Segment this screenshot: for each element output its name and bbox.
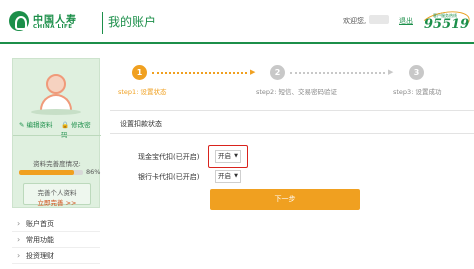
step-3-label: step3: 设置成功 [393, 88, 442, 96]
complete-info-line2: 立即完善 >> [37, 199, 77, 207]
hotline-number: 95519 [424, 17, 470, 32]
step-progress: 1 ▶ 2 ▶ 3 step1: 设置状态 step2: 短信、交易密码验证 s… [110, 58, 474, 98]
top-header: 中国人寿 CHINA LIFE 我的账户 欢迎您, 退出 客户服务热线 9551… [0, 0, 474, 44]
complete-info-line1: 完善个人资料 [37, 189, 77, 197]
dropdown-caret-icon: ▼ [234, 173, 238, 179]
step-2-label: step2: 短信、交易密码验证 [256, 88, 337, 96]
next-step-button[interactable]: 下一步 [210, 189, 360, 210]
profile-card: ✎ 编辑资料 🔒 修改密码 资料完善度情况: 86% 完善个人资料 立即完善 >… [12, 58, 101, 208]
page-title: 我的账户 [108, 15, 157, 29]
avatar-body-icon [40, 94, 72, 110]
avatar [39, 70, 73, 110]
bank-debit-row: 银行卡代扣(已开启) 开启 ▼ [110, 170, 474, 184]
brand-name-en: CHINA LIFE [33, 24, 73, 30]
step-2-connector [290, 72, 385, 74]
step-3-circle: 3 [409, 65, 424, 80]
profile-links: ✎ 编辑资料 🔒 修改密码 [19, 119, 95, 139]
bank-debit-select-value: 开启 [218, 172, 231, 180]
bank-debit-select[interactable]: 开启 ▼ [215, 170, 241, 183]
sidebar-item-investment[interactable]: 投资理财 [12, 248, 100, 264]
panel-title: 设置扣款状态 [120, 120, 162, 128]
avatar-head-icon [46, 74, 66, 94]
bank-debit-label: 银行卡代扣(已开启) [138, 173, 200, 181]
debit-settings-panel: 设置扣款状态 现金宝代扣(已开启) 开启 ▼ 银行卡代扣(已开启) 开启 ▼ 下… [110, 110, 474, 269]
step-2-circle: 2 [270, 65, 285, 80]
complete-info-button[interactable]: 完善个人资料 立即完善 >> [23, 183, 91, 207]
completeness-label: 资料完善度情况: [33, 160, 81, 168]
welcome-text: 欢迎您, [343, 17, 367, 25]
profile-divider [13, 135, 101, 136]
sidebar: ✎ 编辑资料 🔒 修改密码 资料完善度情况: 86% 完善个人资料 立即完善 >… [12, 58, 101, 269]
change-password-label: 修改密码 [61, 121, 91, 139]
cash-debit-row: 现金宝代扣(已开启) 开启 ▼ [110, 150, 474, 164]
masked-username [369, 15, 389, 24]
sidebar-item-common-functions[interactable]: 常用功能 [12, 232, 100, 248]
avatar-shadow [31, 109, 81, 115]
china-life-logo-icon [9, 11, 29, 31]
sidebar-item-account-home[interactable]: 账户首页 [12, 216, 100, 232]
panel-divider [110, 133, 474, 134]
change-password-link[interactable]: 🔒 修改密码 [61, 119, 95, 139]
edit-profile-label: 编辑资料 [26, 121, 53, 129]
completeness-percent: 86% [86, 168, 101, 176]
cash-debit-label: 现金宝代扣(已开启) [138, 153, 200, 161]
logout-link[interactable]: 退出 [399, 16, 413, 26]
step-1-label: step1: 设置状态 [118, 88, 167, 96]
step-2-arrow-icon: ▶ [388, 68, 394, 76]
completeness-progress-fill [19, 170, 75, 175]
sidebar-nav: 账户首页 常用功能 投资理财 [12, 216, 100, 264]
step-1-arrow-icon: ▶ [250, 68, 256, 76]
completeness-progress-bar [19, 170, 83, 175]
step-1-circle: 1 [132, 65, 147, 80]
step-1-connector [152, 72, 247, 74]
header-divider [102, 12, 103, 34]
highlight-frame [208, 145, 248, 168]
edit-profile-link[interactable]: ✎ 编辑资料 [19, 119, 53, 129]
